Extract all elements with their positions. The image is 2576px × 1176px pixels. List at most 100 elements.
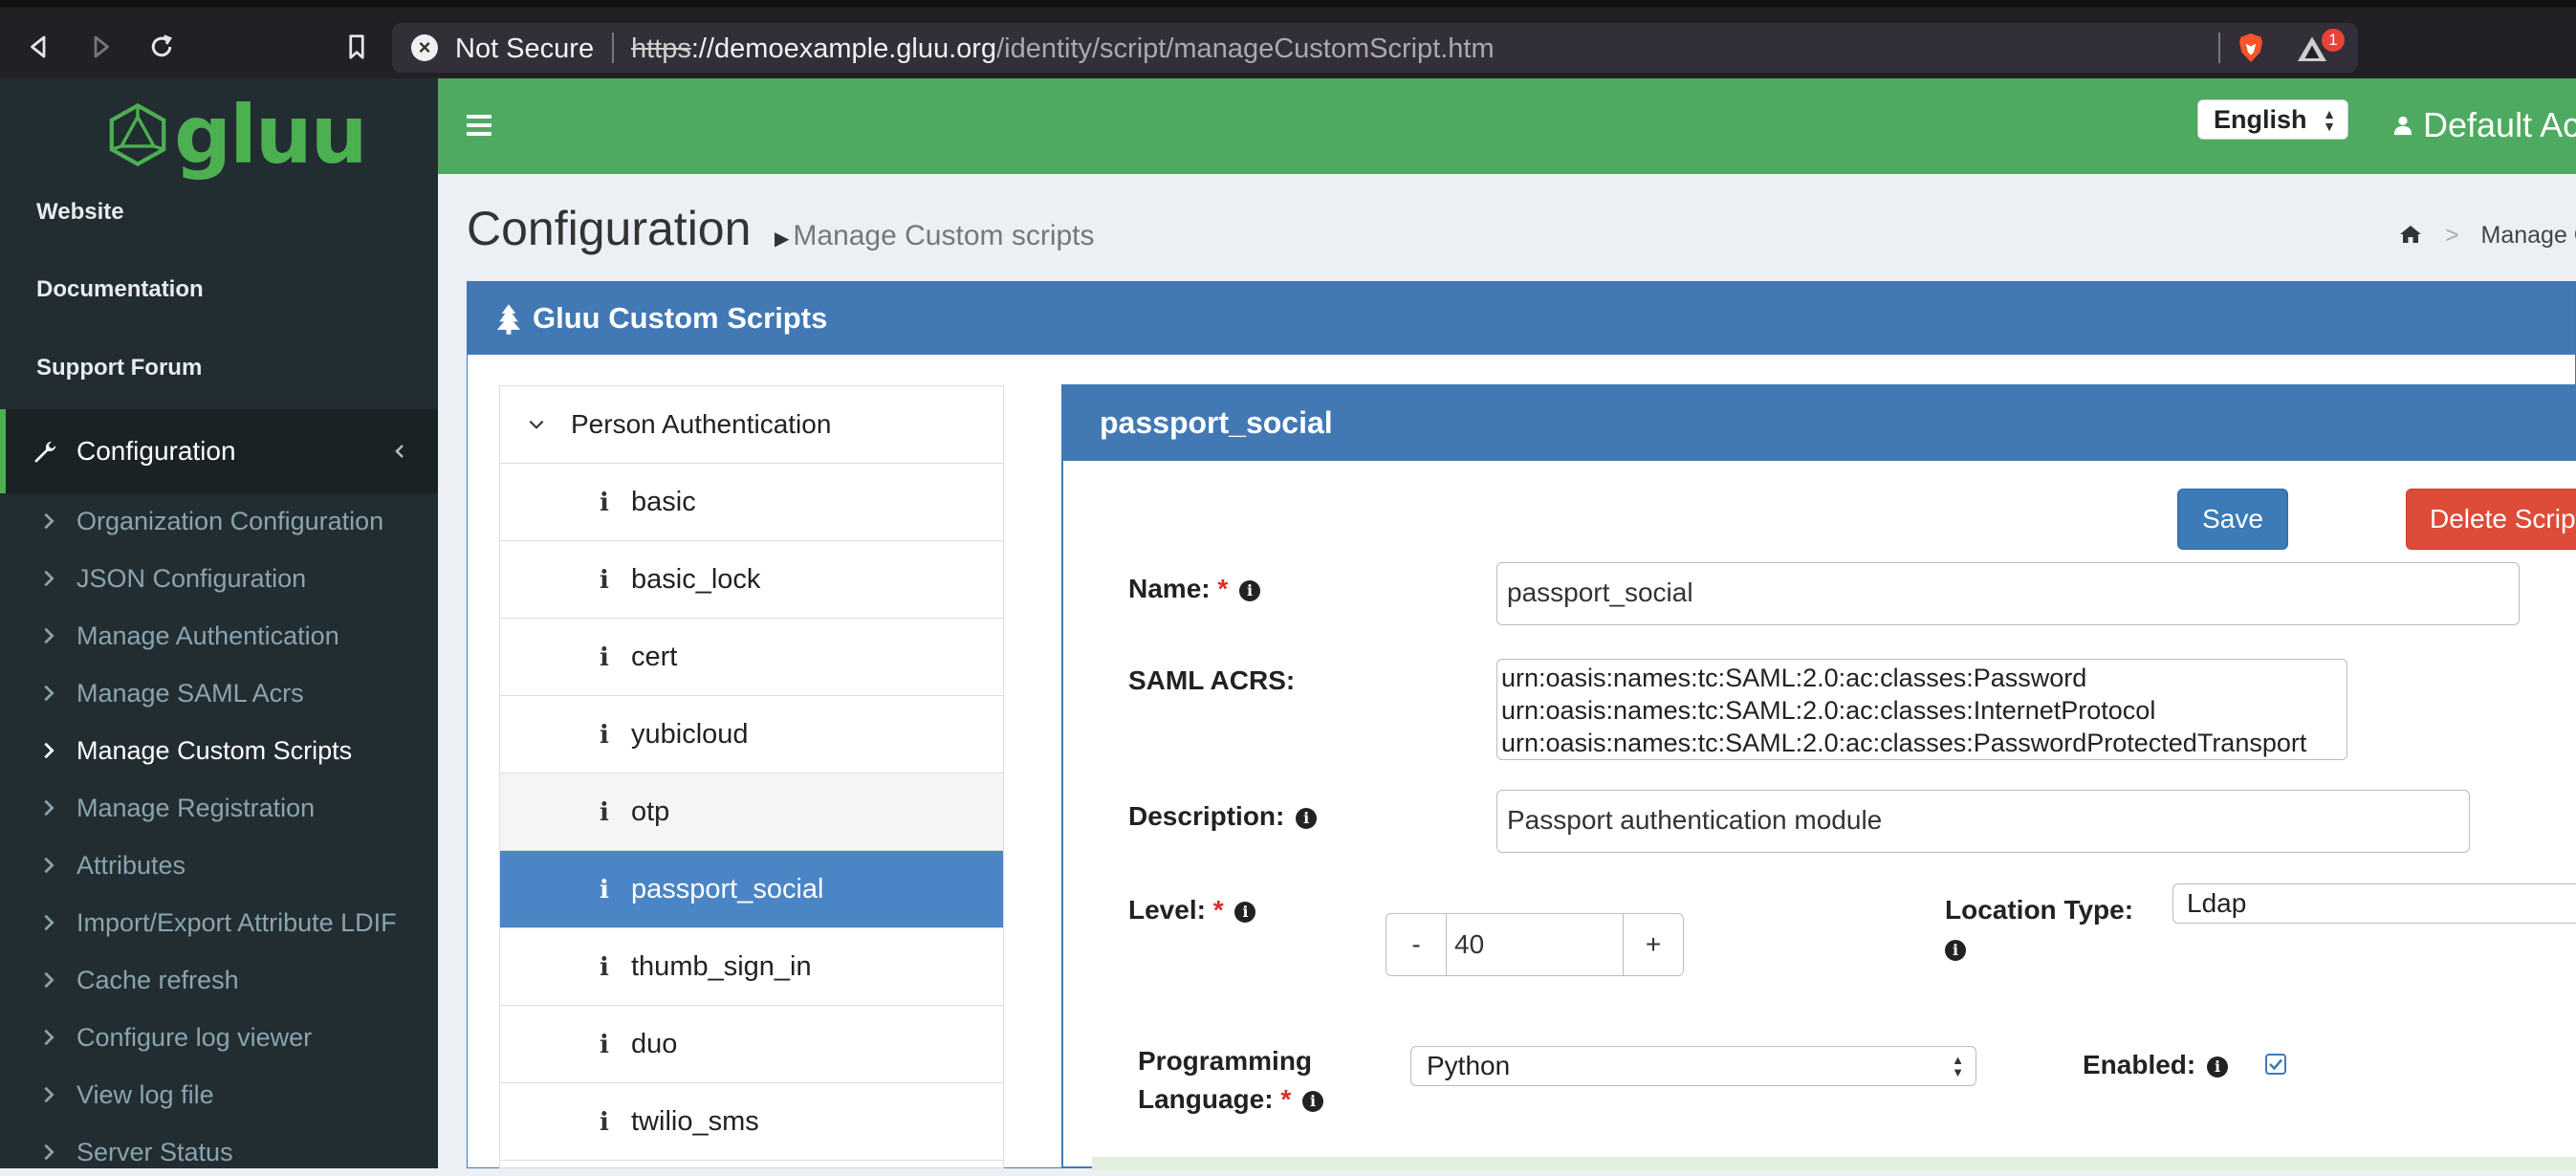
- rewards-badge: 1: [2322, 29, 2345, 52]
- saml-acrs-select[interactable]: urn:oasis:names:tc:SAML:2.0:ac:classes:P…: [1496, 659, 2347, 760]
- script-item-twilio-sms[interactable]: i twilio_sms: [500, 1083, 1003, 1161]
- level-increment-button[interactable]: +: [1623, 913, 1684, 976]
- sidebar-item-manage-authentication[interactable]: Manage Authentication: [38, 612, 430, 660]
- info-icon: i: [600, 489, 609, 517]
- script-item-thumb-sign-in[interactable]: i thumb_sign_in: [500, 928, 1003, 1006]
- chevron-right-icon: [44, 685, 55, 702]
- saml-acr-option[interactable]: urn:oasis:names:tc:SAML:2.0:ac:classes:P…: [1501, 662, 2343, 694]
- script-item-otp[interactable]: i otp: [500, 773, 1003, 851]
- sidebar-item-manage-custom-scripts[interactable]: Manage Custom Scripts: [38, 727, 430, 774]
- url-scheme: https: [631, 33, 691, 64]
- panel-header: Gluu Custom Scripts: [468, 282, 2575, 355]
- address-bar[interactable]: × Not Secure https://demoexample.gluu.or…: [392, 23, 2358, 73]
- user-menu[interactable]: Default Ac: [2392, 105, 2576, 145]
- sidebar-item-label: Manage Authentication: [76, 621, 339, 650]
- script-item-label: cert: [631, 642, 678, 672]
- user-name: Default Ac: [2423, 105, 2576, 144]
- menu-toggle-icon[interactable]: [467, 115, 491, 136]
- script-item-basic[interactable]: i basic: [500, 464, 1003, 541]
- chevron-right-icon: [44, 742, 55, 759]
- sidebar-item-import-export-attribute-ldif[interactable]: Import/Export Attribute LDIF: [38, 899, 430, 947]
- script-item-basic-lock[interactable]: i basic_lock: [500, 541, 1003, 619]
- sidebar-item-organization-configuration[interactable]: Organization Configuration: [38, 497, 430, 545]
- script-item-cert[interactable]: i cert: [500, 619, 1003, 696]
- sidebar-item-label: Server Status: [76, 1137, 233, 1166]
- location-type-label-text: Location Type:: [1945, 895, 2134, 925]
- sidebar-item-attributes[interactable]: Attributes: [38, 841, 430, 889]
- level-decrement-button[interactable]: -: [1386, 913, 1447, 976]
- script-detail-panel: passport_social Save Delete Script Name:…: [1061, 384, 2576, 1170]
- panel-title: Gluu Custom Scripts: [533, 301, 828, 335]
- detail-header: passport_social: [1063, 386, 2576, 461]
- breadcrumb-current[interactable]: Manage C: [2481, 222, 2576, 249]
- delete-script-button[interactable]: Delete Script: [2406, 489, 2576, 550]
- location-type-label: Location Type: i: [1945, 891, 2133, 968]
- info-circle-icon[interactable]: i: [1239, 579, 1261, 601]
- level-label: Level: * i: [1128, 891, 1256, 929]
- sidebar-item-manage-saml-acrs[interactable]: Manage SAML Acrs: [38, 669, 430, 717]
- sidebar-link-website[interactable]: Website: [36, 199, 124, 226]
- required-mark: *: [1217, 574, 1229, 603]
- programming-language-value: Python: [1427, 1051, 1511, 1080]
- description-label-text: Description:: [1128, 801, 1285, 831]
- name-input[interactable]: passport_social: [1496, 562, 2520, 625]
- reload-button[interactable]: [140, 25, 184, 69]
- description-input[interactable]: Passport authentication module: [1496, 790, 2470, 853]
- gluu-logo[interactable]: gluu: [105, 88, 368, 182]
- enabled-label: Enabled: i: [2083, 1046, 2229, 1084]
- sidebar-item-configure-log-viewer[interactable]: Configure log viewer: [38, 1013, 430, 1061]
- forward-button[interactable]: [78, 25, 122, 69]
- chevron-right-icon: [44, 570, 55, 587]
- browser-toolbar: × Not Secure https://demoexample.gluu.or…: [0, 0, 2576, 78]
- info-circle-icon[interactable]: i: [1296, 807, 1318, 829]
- programming-language-select[interactable]: Python ▲ ▼: [1410, 1046, 1976, 1086]
- save-button[interactable]: Save: [2177, 489, 2288, 550]
- info-icon: i: [600, 566, 609, 595]
- sidebar-item-label: JSON Configuration: [76, 563, 307, 593]
- sidebar: gluu Website Documentation Support Forum…: [0, 78, 438, 1168]
- bookmark-button[interactable]: [335, 25, 379, 69]
- top-navbar: English ▲ ▼ Default Ac: [438, 78, 2576, 174]
- info-icon: i: [600, 721, 609, 750]
- location-type-select[interactable]: Ldap: [2172, 883, 2576, 924]
- sidebar-item-cache-refresh[interactable]: Cache refresh: [38, 956, 430, 1004]
- sidebar-item-json-configuration[interactable]: JSON Configuration: [38, 555, 430, 602]
- saml-acr-option[interactable]: urn:oasis:names:tc:SAML:2.0:ac:classes:P…: [1501, 727, 2343, 759]
- brave-rewards-button[interactable]: 1: [2295, 29, 2345, 69]
- script-item-passport-social[interactable]: i passport_social: [500, 851, 1003, 928]
- sidebar-item-view-log-file[interactable]: View log file: [38, 1071, 430, 1119]
- sidebar-item-label: Cache refresh: [76, 965, 239, 994]
- sidebar-link-documentation[interactable]: Documentation: [36, 276, 204, 303]
- chevron-right-icon: [44, 1143, 55, 1161]
- level-input[interactable]: 40: [1446, 913, 1624, 976]
- home-icon[interactable]: [2398, 223, 2423, 246]
- checkmark-icon: [2269, 1058, 2282, 1071]
- script-group-person-authentication[interactable]: Person Authentication: [500, 386, 1003, 464]
- brave-shield-icon[interactable]: [2234, 31, 2268, 65]
- sidebar-item-server-status[interactable]: Server Status: [38, 1128, 430, 1176]
- script-item-label: duo: [631, 1029, 678, 1059]
- back-button[interactable]: [17, 25, 61, 69]
- name-label-text: Name:: [1128, 574, 1211, 603]
- info-circle-icon[interactable]: i: [2207, 1056, 2229, 1078]
- info-circle-icon[interactable]: i: [1234, 901, 1256, 923]
- gluu-logo-icon: [109, 102, 166, 167]
- sidebar-link-support-forum[interactable]: Support Forum: [36, 355, 202, 381]
- tree-icon: [496, 304, 521, 335]
- sidebar-item-manage-registration[interactable]: Manage Registration: [38, 784, 430, 832]
- sidebar-item-label: View log file: [76, 1079, 214, 1109]
- script-item-yubicloud[interactable]: i yubicloud: [500, 696, 1003, 773]
- page-subtitle: ▶ Manage Custom scripts: [775, 220, 1095, 252]
- chevron-right-icon: [44, 799, 55, 817]
- sidebar-item-label: Configure log viewer: [76, 1022, 313, 1052]
- saml-acr-option[interactable]: urn:oasis:names:tc:SAML:2.0:ac:classes:I…: [1501, 694, 2343, 727]
- enabled-checkbox[interactable]: [2265, 1054, 2286, 1075]
- script-item-duo[interactable]: i duo: [500, 1006, 1003, 1083]
- chevron-right-icon: [44, 627, 55, 644]
- language-select[interactable]: English ▲ ▼: [2197, 99, 2348, 140]
- info-circle-icon[interactable]: i: [1302, 1090, 1324, 1112]
- sidebar-item-label: Organization Configuration: [76, 506, 384, 535]
- sidebar-item-configuration[interactable]: Configuration: [0, 409, 438, 493]
- info-circle-icon[interactable]: i: [1945, 939, 1966, 961]
- chevron-right-icon: [44, 1029, 55, 1046]
